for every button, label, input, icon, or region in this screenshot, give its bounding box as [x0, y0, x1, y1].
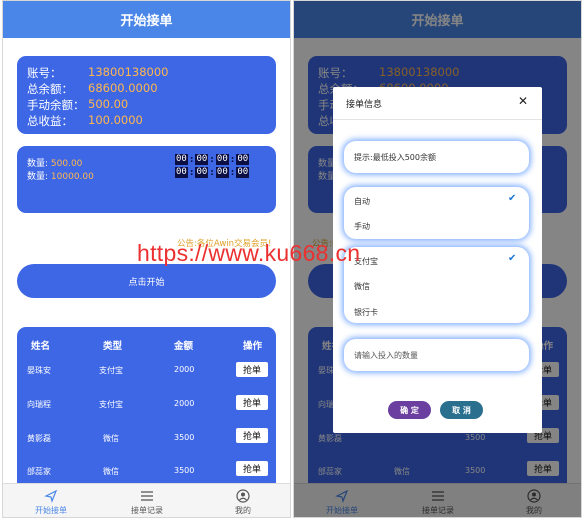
quantity-row-2: 数量: 10000.00 — [27, 172, 94, 182]
user-icon — [236, 489, 250, 503]
quantity-card: 数量: 500.00 数量: 10000.00 00:00:00:00 00:0… — [17, 146, 276, 213]
option-auto[interactable]: 自动 — [354, 196, 370, 207]
mode-select: 自动 ✔ 手动 — [344, 187, 529, 239]
tab-mine[interactable]: 我的 — [195, 484, 290, 517]
col-amount-header: 金额 — [174, 341, 194, 352]
check-icon: ✔ — [508, 253, 517, 264]
quantity-row-1: 数量: 500.00 — [27, 159, 83, 169]
tab-start-orders[interactable]: 开始接单 — [3, 484, 99, 517]
grab-order-button[interactable]: 抢单 — [236, 428, 268, 443]
col-name-header: 姓名 — [31, 341, 51, 352]
total-balance-row: 总余额： 68600.0000 — [27, 81, 158, 96]
check-icon: ✔ — [508, 193, 517, 204]
grab-order-button[interactable]: 抢单 — [236, 395, 268, 410]
col-type-header: 类型 — [103, 341, 123, 352]
grab-order-button[interactable]: 抢单 — [236, 461, 268, 476]
countdown-timer-2: 00:00:00:00 — [175, 167, 250, 178]
page-title: 开始接单 — [3, 1, 290, 38]
col-action-header: 操作 — [243, 341, 263, 352]
total-earnings-row: 总收益： 100.0000 — [27, 113, 143, 128]
close-icon[interactable]: ✕ — [518, 94, 528, 108]
bottom-tab-bar: 开始接单 接单记录 我的 — [3, 483, 290, 517]
order-table: 姓名 类型 金额 操作 晏珠安 支付宝 2000 抢单 向瑞程 支付宝 2000… — [17, 327, 276, 487]
confirm-button[interactable]: 确 定 — [388, 401, 431, 419]
option-wechat[interactable]: 微信 — [354, 281, 370, 292]
divider — [333, 119, 542, 120]
min-investment-hint: 提示:最低投入500余额 — [344, 141, 529, 173]
option-bank-card[interactable]: 银行卡 — [354, 307, 378, 318]
grab-order-button[interactable]: 抢单 — [236, 362, 268, 377]
option-manual[interactable]: 手动 — [354, 221, 370, 232]
amount-input[interactable]: 请输入投入的数量 — [344, 339, 529, 371]
tab-order-records[interactable]: 接单记录 — [99, 484, 195, 517]
cancel-button[interactable]: 取 消 — [440, 401, 483, 419]
countdown-timer-1: 00:00:00:00 — [175, 154, 250, 165]
send-icon — [44, 489, 58, 503]
dialog-title: 接单信息 — [346, 100, 383, 110]
manual-balance-row: 手动余额： 500.00 — [27, 97, 129, 112]
channel-select: 支付宝 ✔ 微信 银行卡 — [344, 247, 529, 323]
account-card: 账号：13800138000 总余额：68600.0000 手动余额：500.0… — [17, 56, 276, 134]
list-icon — [141, 491, 153, 501]
start-button[interactable]: 点击开始 — [17, 264, 276, 298]
account-number-row: 账号： 13800138000 — [27, 65, 169, 80]
watermark-url: https://www.ku668.cn — [137, 240, 361, 266]
order-info-dialog: 接单信息 ✕ 提示:最低投入500余额 自动 ✔ 手动 支付宝 ✔ 微信 银行卡… — [333, 87, 542, 433]
